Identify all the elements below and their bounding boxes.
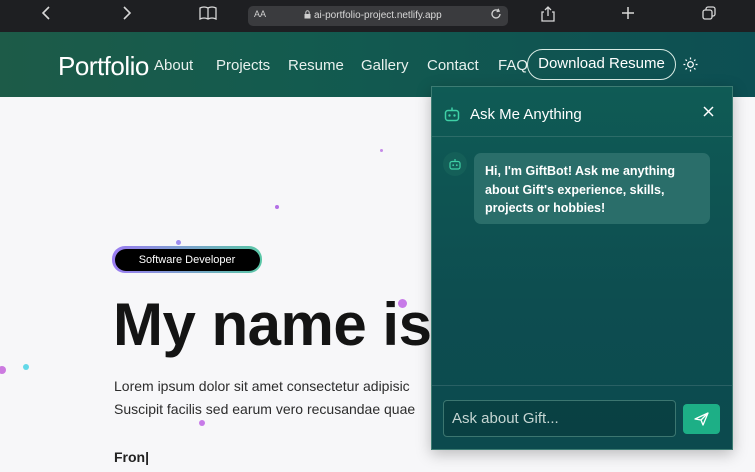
share-icon[interactable] [538, 6, 558, 26]
site-logo[interactable]: Portfolio [58, 51, 149, 82]
hero-typing-text: Fron| [114, 449, 150, 465]
role-badge: Software Developer [112, 246, 262, 273]
chevron-right-icon[interactable] [117, 6, 137, 26]
book-icon[interactable] [198, 6, 218, 26]
hero-title: My name is [113, 291, 432, 358]
divider [432, 385, 732, 386]
bot-icon [449, 159, 461, 170]
hero-description-line: Suscipit facilis sed earum vero recusand… [114, 401, 416, 417]
particle [0, 366, 6, 374]
particle [176, 240, 181, 245]
particle [380, 149, 383, 152]
address-bar[interactable]: AA ai-portfolio-project.netlify.app [248, 6, 508, 26]
particle [275, 205, 279, 209]
nav-link-resume[interactable]: Resume [288, 57, 344, 74]
text-size-button[interactable]: AA [254, 9, 266, 19]
download-resume-button[interactable]: Download Resume [527, 49, 676, 80]
nav-link-about[interactable]: About [154, 57, 193, 74]
nav-link-projects[interactable]: Projects [216, 57, 270, 74]
send-icon [694, 412, 709, 426]
particle [23, 364, 29, 370]
nav-link-faq[interactable]: FAQ [498, 57, 528, 74]
chevron-left-icon[interactable] [37, 6, 57, 26]
hero-description: Lorem ipsum dolor sit amet consectetur a… [114, 375, 444, 421]
tabs-icon[interactable] [699, 6, 719, 26]
chat-panel: Ask Me Anything Hi, I'm GiftBot! Ask me … [431, 86, 733, 450]
lock-icon [304, 10, 311, 19]
role-badge-label: Software Developer [114, 248, 260, 271]
bot-icon [444, 107, 460, 122]
chat-header: Ask Me Anything [432, 87, 732, 137]
bot-avatar [443, 152, 467, 176]
nav-link-gallery[interactable]: Gallery [361, 57, 409, 74]
close-icon[interactable] [703, 105, 714, 121]
chat-title: Ask Me Anything [470, 106, 582, 123]
url-text: ai-portfolio-project.netlify.app [314, 10, 442, 21]
hero-description-line: Lorem ipsum dolor sit amet consectetur a… [114, 378, 410, 394]
nav-link-contact[interactable]: Contact [427, 57, 479, 74]
sun-icon[interactable] [683, 57, 698, 72]
chat-input[interactable] [443, 400, 676, 437]
browser-toolbar: AA ai-portfolio-project.netlify.app [0, 0, 755, 32]
send-button[interactable] [683, 404, 720, 434]
bot-message: Hi, I'm GiftBot! Ask me anything about G… [474, 153, 710, 224]
reload-icon[interactable] [490, 8, 502, 23]
plus-icon[interactable] [618, 6, 638, 26]
